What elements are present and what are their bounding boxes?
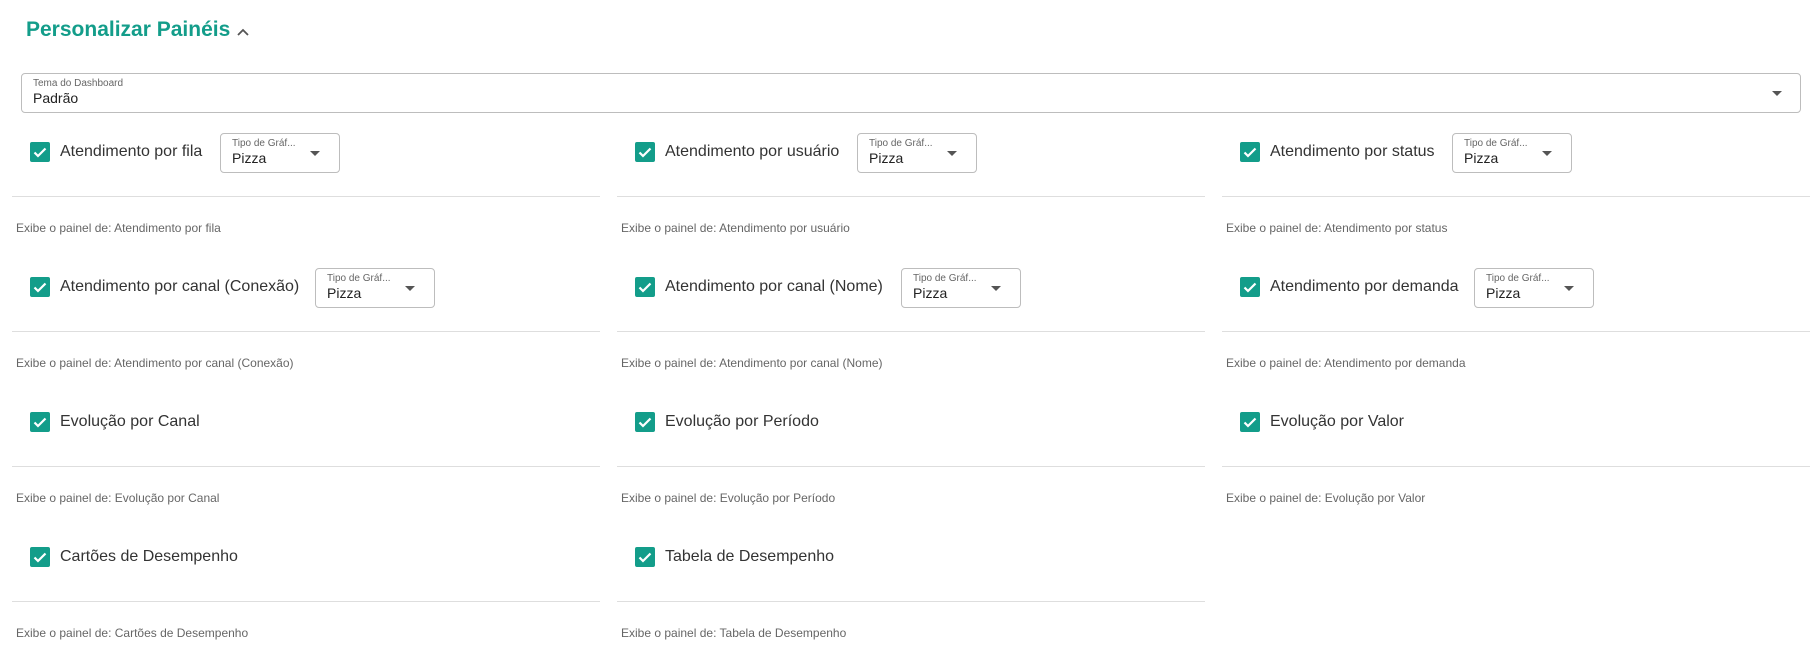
checkbox-checked-icon[interactable]: [30, 412, 50, 432]
checkbox-checked-icon[interactable]: [635, 142, 655, 162]
panel-title[interactable]: Tabela de Desempenho: [665, 548, 834, 566]
panel-title[interactable]: Atendimento por usuário: [665, 143, 839, 161]
divider: [617, 601, 1205, 602]
chart-type-label: Tipo de Gráf...: [232, 138, 296, 149]
panel-title[interactable]: Evolução por Canal: [60, 413, 200, 431]
theme-select-label: Tema do Dashboard: [33, 78, 124, 89]
chart-type-select[interactable]: Tipo de Gráf... Pizza: [857, 133, 977, 173]
divider: [617, 196, 1205, 197]
panel-description: Exibe o painel de: Evolução por Valor: [1226, 491, 1426, 505]
panel-description: Exibe o painel de: Atendimento por usuár…: [621, 221, 850, 235]
dropdown-caret-icon[interactable]: [1772, 91, 1782, 96]
panel-title[interactable]: Atendimento por canal (Conexão): [60, 278, 299, 296]
checkbox-checked-icon[interactable]: [30, 142, 50, 162]
panel-option: Evolução por Canal Exibe o painel de: Ev…: [12, 403, 600, 519]
chart-type-select[interactable]: Tipo de Gráf... Pizza: [220, 133, 340, 173]
section-title: Personalizar Painéis: [26, 18, 231, 41]
panel-description: Exibe o painel de: Atendimento por fila: [16, 221, 221, 235]
chart-type-label: Tipo de Gráf...: [869, 138, 933, 149]
divider: [617, 466, 1205, 467]
panel-option: Cartões de Desempenho Exibe o painel de:…: [12, 538, 600, 654]
panel-option: Evolução por Valor Exibe o painel de: Ev…: [1222, 403, 1810, 519]
panel-title[interactable]: Atendimento por canal (Nome): [665, 278, 883, 296]
chart-type-value: Pizza: [869, 150, 904, 166]
chart-type-value: Pizza: [232, 150, 267, 166]
panel-title[interactable]: Atendimento por demanda: [1270, 278, 1459, 296]
chart-type-label: Tipo de Gráf...: [1486, 273, 1550, 284]
checkbox-checked-icon[interactable]: [1240, 412, 1260, 432]
panel-title[interactable]: Evolução por Período: [665, 413, 819, 431]
dropdown-caret-icon[interactable]: [405, 286, 415, 291]
chart-type-value: Pizza: [1486, 285, 1521, 301]
checkbox-checked-icon[interactable]: [30, 547, 50, 567]
dashboard-theme-select[interactable]: Tema do Dashboard Padrão: [21, 73, 1801, 113]
divider: [12, 466, 600, 467]
chart-type-label: Tipo de Gráf...: [1464, 138, 1528, 149]
panel-description: Exibe o painel de: Evolução por Período: [621, 491, 836, 505]
chart-type-select[interactable]: Tipo de Gráf... Pizza: [1474, 268, 1594, 308]
section-header[interactable]: Personalizar Painéis: [26, 18, 250, 42]
divider: [617, 331, 1205, 332]
divider: [1222, 466, 1810, 467]
panel-title[interactable]: Evolução por Valor: [1270, 413, 1404, 431]
panel-description: Exibe o painel de: Atendimento por canal…: [16, 356, 294, 370]
chart-type-select[interactable]: Tipo de Gráf... Pizza: [315, 268, 435, 308]
chart-type-select[interactable]: Tipo de Gráf... Pizza: [1452, 133, 1572, 173]
panel-option: Atendimento por fila Tipo de Gráf... Piz…: [12, 133, 600, 249]
divider: [12, 331, 600, 332]
panel-description: Exibe o painel de: Cartões de Desempenho: [16, 626, 249, 640]
panel-option: Atendimento por usuário Tipo de Gráf... …: [617, 133, 1205, 249]
chart-type-value: Pizza: [327, 285, 362, 301]
panel-description: Exibe o painel de: Atendimento por deman…: [1226, 356, 1466, 370]
dropdown-caret-icon[interactable]: [947, 151, 957, 156]
chart-type-label: Tipo de Gráf...: [327, 273, 391, 284]
chart-type-select[interactable]: Tipo de Gráf... Pizza: [901, 268, 1021, 308]
dropdown-caret-icon[interactable]: [1542, 151, 1552, 156]
chart-type-value: Pizza: [913, 285, 948, 301]
checkbox-checked-icon[interactable]: [635, 412, 655, 432]
panel-description: Exibe o painel de: Atendimento por canal…: [621, 356, 883, 370]
panel-option: Tabela de Desempenho Exibe o painel de: …: [617, 538, 1205, 654]
panel-option: Atendimento por status Tipo de Gráf... P…: [1222, 133, 1810, 249]
divider: [12, 196, 600, 197]
divider: [1222, 196, 1810, 197]
panel-title[interactable]: Atendimento por fila: [60, 143, 202, 161]
dropdown-caret-icon[interactable]: [1564, 286, 1574, 291]
divider: [12, 601, 600, 602]
checkbox-checked-icon[interactable]: [30, 277, 50, 297]
panel-title[interactable]: Atendimento por status: [1270, 143, 1435, 161]
panel-option: Evolução por Período Exibe o painel de: …: [617, 403, 1205, 519]
checkbox-checked-icon[interactable]: [635, 277, 655, 297]
chevron-up-icon[interactable]: [236, 24, 250, 42]
checkbox-checked-icon[interactable]: [1240, 142, 1260, 162]
checkbox-checked-icon[interactable]: [1240, 277, 1260, 297]
checkbox-checked-icon[interactable]: [635, 547, 655, 567]
panel-option: Atendimento por demanda Tipo de Gráf... …: [1222, 268, 1810, 384]
divider: [1222, 331, 1810, 332]
panel-title[interactable]: Cartões de Desempenho: [60, 548, 238, 566]
panel-option: Atendimento por canal (Conexão) Tipo de …: [12, 268, 600, 384]
panel-description: Exibe o painel de: Evolução por Canal: [16, 491, 220, 505]
chart-type-value: Pizza: [1464, 150, 1499, 166]
dropdown-caret-icon[interactable]: [991, 286, 1001, 291]
panel-description: Exibe o painel de: Tabela de Desempenho: [621, 626, 847, 640]
theme-select-value: Padrão: [33, 90, 79, 106]
panel-option: Atendimento por canal (Nome) Tipo de Grá…: [617, 268, 1205, 384]
chart-type-label: Tipo de Gráf...: [913, 273, 977, 284]
dropdown-caret-icon[interactable]: [310, 151, 320, 156]
panel-description: Exibe o painel de: Atendimento por statu…: [1226, 221, 1448, 235]
